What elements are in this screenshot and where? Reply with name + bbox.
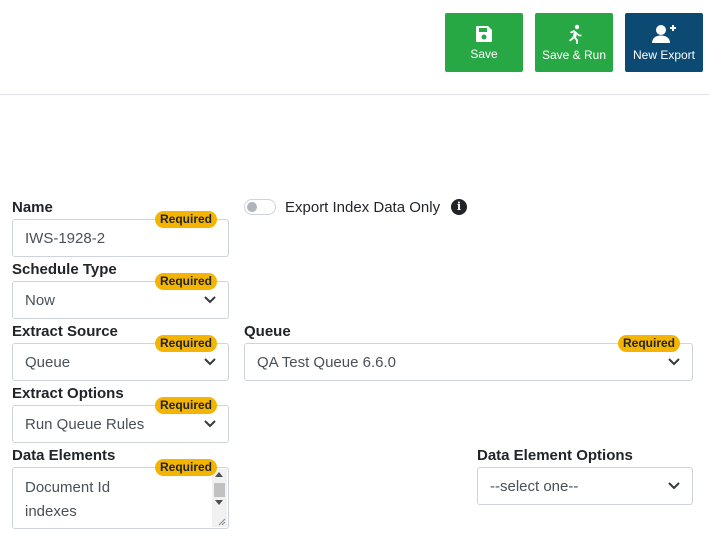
- name-label: Name: [12, 199, 53, 216]
- schedule-type-label: Schedule Type: [12, 261, 117, 278]
- required-badge: Required: [155, 397, 218, 414]
- scroll-up-arrow-icon[interactable]: [215, 472, 223, 477]
- chevron-down-icon: [668, 358, 680, 366]
- list-item[interactable]: indexes: [25, 500, 228, 524]
- running-person-icon: [569, 24, 582, 44]
- data-element-options-label: Data Element Options: [477, 447, 633, 464]
- toggle-knob: [247, 202, 257, 212]
- extract-source-value: Queue: [25, 353, 71, 371]
- queue-value: QA Test Queue 6.6.0: [257, 353, 396, 371]
- resize-grip-icon[interactable]: [218, 518, 226, 526]
- user-plus-icon: [652, 24, 676, 43]
- save-run-button[interactable]: Save & Run: [535, 13, 613, 72]
- new-export-label: New Export: [632, 47, 696, 62]
- chevron-down-icon: [204, 358, 216, 366]
- export-index-only-toggle[interactable]: [244, 199, 276, 215]
- info-icon[interactable]: i: [451, 199, 467, 215]
- required-badge: Required: [155, 273, 218, 290]
- new-export-button[interactable]: New Export: [625, 13, 703, 72]
- data-elements-list[interactable]: Document Id indexes: [12, 467, 229, 529]
- save-label: Save: [470, 46, 498, 61]
- scroll-thumb[interactable]: [214, 483, 225, 497]
- data-element-options-select[interactable]: --select one--: [477, 467, 693, 505]
- save-button[interactable]: Save: [445, 13, 523, 72]
- data-elements-label: Data Elements: [12, 447, 116, 464]
- required-badge: Required: [618, 335, 681, 352]
- required-badge: Required: [155, 459, 218, 476]
- floppy-disk-icon: [476, 25, 492, 42]
- queue-label: Queue: [244, 323, 291, 340]
- scroll-down-arrow-icon[interactable]: [215, 500, 223, 505]
- chevron-down-icon: [204, 296, 216, 304]
- data-element-options-value: --select one--: [490, 477, 579, 495]
- chevron-down-icon: [204, 420, 216, 428]
- list-item[interactable]: Document Id: [25, 476, 228, 500]
- schedule-type-value: Now: [25, 291, 56, 309]
- required-badge: Required: [155, 211, 218, 228]
- extract-source-label: Extract Source: [12, 323, 118, 340]
- extract-options-label: Extract Options: [12, 385, 124, 402]
- chevron-down-icon: [668, 482, 680, 490]
- required-badge: Required: [155, 335, 218, 352]
- export-index-only-label: Export Index Data Only: [285, 199, 441, 216]
- toolbar: Save Save & Run New Export: [0, 0, 709, 95]
- save-run-label: Save & Run: [541, 47, 607, 62]
- extract-options-value: Run Queue Rules: [25, 415, 145, 433]
